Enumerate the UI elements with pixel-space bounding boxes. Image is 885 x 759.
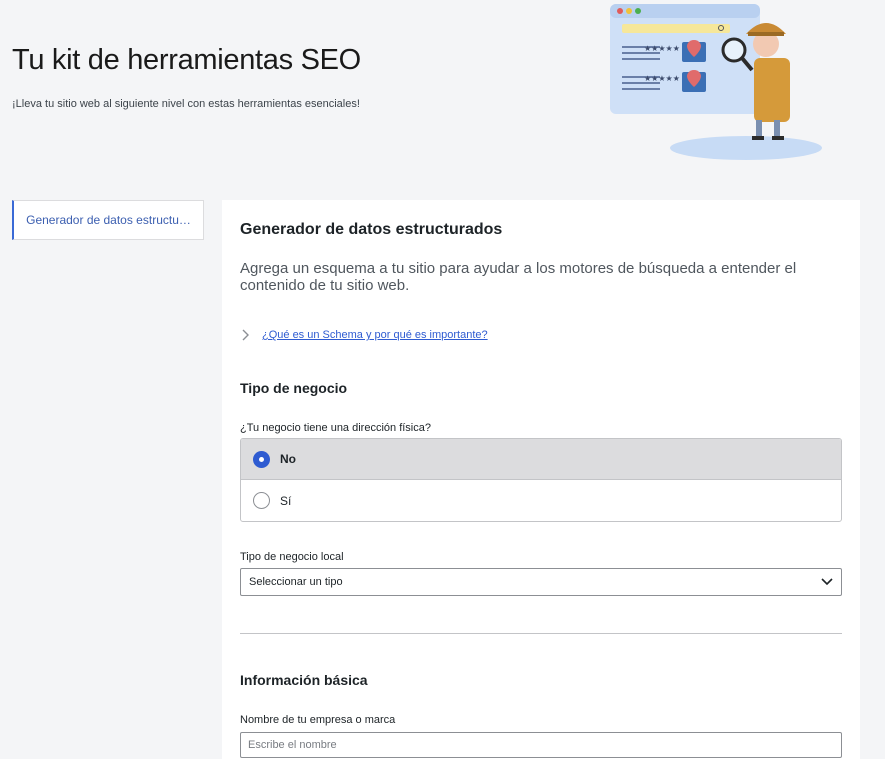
chevron-right-icon xyxy=(242,329,249,341)
sidebar-item-structured-data[interactable]: Generador de datos estructu… xyxy=(12,200,204,240)
svg-text:★★★★★: ★★★★★ xyxy=(644,44,680,53)
detective-magnifier-illustration-icon: ★★★★★ ★★★★★ xyxy=(610,4,822,160)
panel-title: Generador de datos estructurados xyxy=(240,221,503,238)
physical-address-question: ¿Tu negocio tiene una dirección física? xyxy=(240,422,431,434)
section-divider xyxy=(240,633,842,634)
business-name-input[interactable] xyxy=(240,732,842,758)
physical-address-radio-group: No Sí xyxy=(240,438,842,522)
select-value: Seleccionar un tipo xyxy=(249,576,343,588)
schema-info-link[interactable]: ¿Qué es un Schema y por qué es important… xyxy=(262,329,488,341)
panel-description: Agrega un esquema a tu sitio para ayudar… xyxy=(240,260,797,294)
page-subtitle: ¡Lleva tu sitio web al siguiente nivel c… xyxy=(12,98,360,110)
svg-text:★★★★★: ★★★★★ xyxy=(644,74,680,83)
chevron-down-icon xyxy=(821,578,833,586)
radio-option-yes[interactable]: Sí xyxy=(241,480,841,521)
business-type-heading: Tipo de negocio xyxy=(240,380,348,396)
radio-selected-icon xyxy=(253,450,270,468)
basic-info-heading: Información básica xyxy=(240,672,368,688)
faq-toggle[interactable]: ¿Qué es un Schema y por qué es important… xyxy=(240,329,488,341)
radio-option-no[interactable]: No xyxy=(241,439,841,480)
radio-option-label: No xyxy=(280,452,296,466)
local-business-type-label: Tipo de negocio local xyxy=(240,551,344,563)
radio-unselected-icon xyxy=(253,492,270,509)
local-business-type-select[interactable]: Seleccionar un tipo xyxy=(240,568,842,596)
business-name-label: Nombre de tu empresa o marca xyxy=(240,714,396,726)
main-panel: Generador de datos estructurados Agrega … xyxy=(222,200,860,759)
page-title: Tu kit de herramientas SEO xyxy=(12,44,361,76)
sidebar-item-label: Generador de datos estructu… xyxy=(26,213,191,227)
radio-option-label: Sí xyxy=(280,493,292,508)
